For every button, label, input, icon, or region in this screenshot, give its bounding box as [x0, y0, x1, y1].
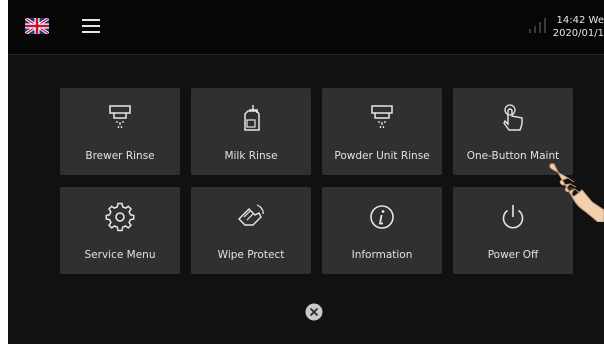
touch-screen: 14:42 We 2020/01/1 Brewer Rinse Milk Rin… [8, 0, 604, 344]
tile-wipe-protect[interactable]: Wipe Protect [191, 187, 311, 274]
uk-flag-icon[interactable] [25, 18, 49, 34]
brewer-rinse-icon [109, 105, 131, 128]
tile-label: Wipe Protect [217, 249, 285, 261]
maintenance-grid: Brewer Rinse Milk Rinse Powder Unit Rins… [60, 88, 573, 274]
tile-powder-unit-rinse[interactable]: Powder Unit Rinse [322, 88, 442, 175]
pointing-hand-illustration [549, 163, 604, 222]
signal-bars-icon [529, 18, 546, 33]
clock-time: 14:42 We [556, 15, 604, 26]
wipe-hand-icon [238, 204, 264, 226]
clock-date: 2020/01/1 [552, 28, 604, 39]
top-bar: 14:42 We 2020/01/1 [8, 0, 604, 55]
tile-label: Milk Rinse [224, 150, 278, 162]
info-icon [370, 205, 394, 229]
tile-information[interactable]: Information [322, 187, 442, 274]
touch-hand-icon [503, 104, 523, 131]
tile-label: Powder Unit Rinse [334, 150, 430, 162]
tile-label: Information [351, 249, 413, 261]
clock: 14:42 We 2020/01/1 [550, 14, 604, 46]
tile-service-menu[interactable]: Service Menu [60, 187, 180, 274]
tile-brewer-rinse[interactable]: Brewer Rinse [60, 88, 180, 175]
tile-label: Brewer Rinse [85, 150, 155, 162]
tile-milk-rinse[interactable]: Milk Rinse [191, 88, 311, 175]
powder-unit-rinse-icon [371, 105, 393, 128]
milk-rinse-icon [244, 105, 260, 131]
close-circle-icon[interactable] [304, 302, 324, 322]
tile-label: Service Menu [84, 249, 156, 261]
tile-label: One-Button Maint [466, 150, 560, 162]
gear-icon [105, 202, 135, 232]
power-icon [502, 205, 524, 229]
tile-label: Power Off [487, 249, 539, 261]
hamburger-menu-icon[interactable] [82, 19, 100, 33]
